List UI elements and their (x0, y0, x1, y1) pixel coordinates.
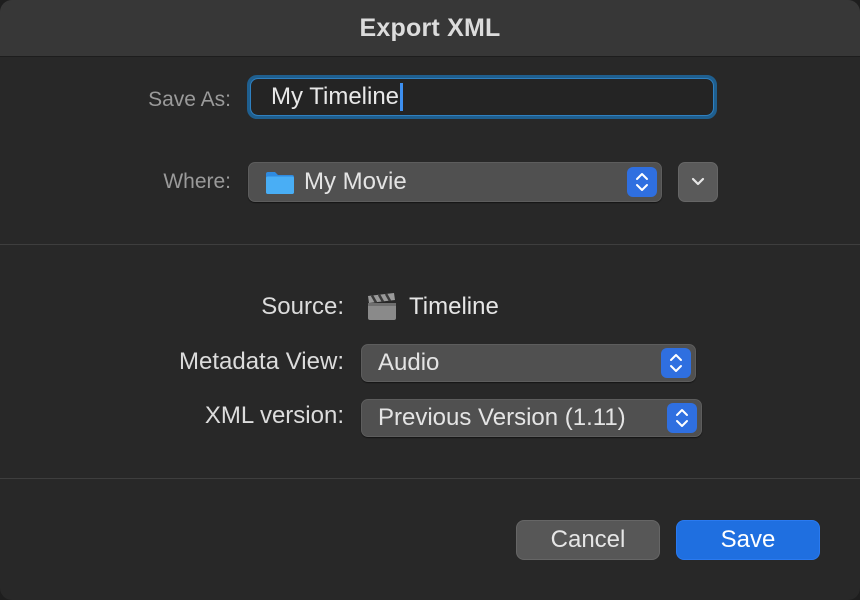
where-popup[interactable]: My Movie (248, 162, 662, 202)
up-down-chevron-icon (670, 354, 682, 372)
save-as-label: Save As: (148, 88, 231, 111)
source-value: Timeline (409, 293, 499, 320)
up-down-chevron-icon (676, 409, 688, 427)
metadata-view-stepper (661, 348, 691, 378)
xml-version-stepper (667, 403, 697, 433)
save-button[interactable]: Save (676, 520, 820, 560)
cancel-button[interactable]: Cancel (516, 520, 660, 560)
metadata-view-label: Metadata View: (179, 348, 344, 375)
where-value: My Movie (304, 168, 407, 195)
export-xml-dialog: Export XML Save As: My Timeline Where: M… (0, 0, 860, 600)
xml-version-value: Previous Version (1.11) (378, 404, 626, 431)
where-label: Where: (163, 170, 231, 193)
xml-version-popup[interactable]: Previous Version (1.11) (361, 399, 702, 437)
expand-dialog-button[interactable] (678, 162, 718, 202)
xml-version-label: XML version: (204, 402, 344, 429)
text-caret (400, 83, 403, 111)
dialog-title: Export XML (359, 13, 501, 42)
divider (0, 244, 860, 245)
where-stepper (627, 167, 657, 197)
folder-icon (265, 169, 295, 195)
save-as-input[interactable]: My Timeline (247, 75, 717, 119)
title-bar: Export XML (0, 0, 860, 57)
clapperboard-icon (366, 292, 398, 327)
divider (0, 478, 860, 479)
metadata-view-popup[interactable]: Audio (361, 344, 696, 382)
metadata-view-value: Audio (378, 349, 440, 376)
chevron-down-icon (691, 177, 705, 186)
source-label: Source: (261, 293, 344, 320)
up-down-chevron-icon (636, 173, 648, 191)
save-as-value: My Timeline (271, 83, 400, 110)
